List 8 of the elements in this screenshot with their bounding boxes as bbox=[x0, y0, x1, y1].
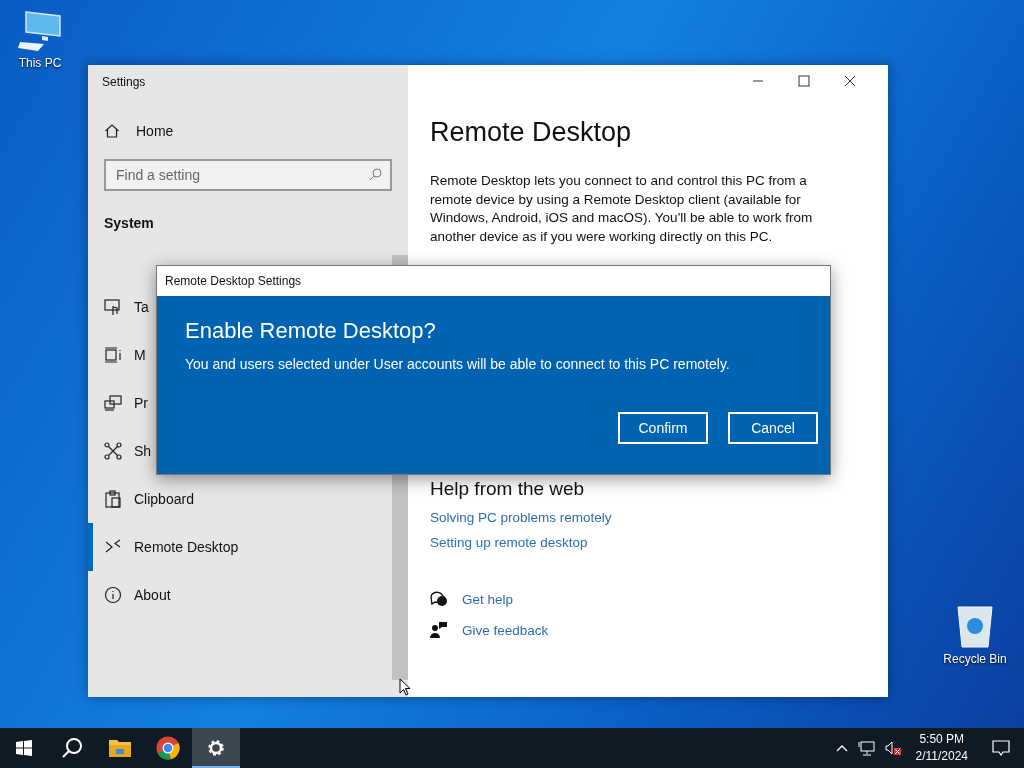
dialog-heading: Enable Remote Desktop? bbox=[185, 318, 437, 344]
page-title: Remote Desktop bbox=[430, 117, 633, 148]
section-heading: System bbox=[103, 215, 155, 231]
help-heading: Help from the web bbox=[430, 478, 586, 500]
dialog-message: You and users selected under User accounts will be able to connect to this PC remotely. bbox=[185, 356, 731, 372]
window-title: Settings bbox=[101, 74, 147, 91]
description-text: Remote Desktop lets you connect to and control this PC from a remote device by using a Remote Desktop client (available for Windows, Android, iOS and macOS). You'll be able to work from another device as if you were working directly on this PC. bbox=[430, 172, 814, 246]
dialog-title: Remote Desktop Settings bbox=[164, 273, 303, 290]
